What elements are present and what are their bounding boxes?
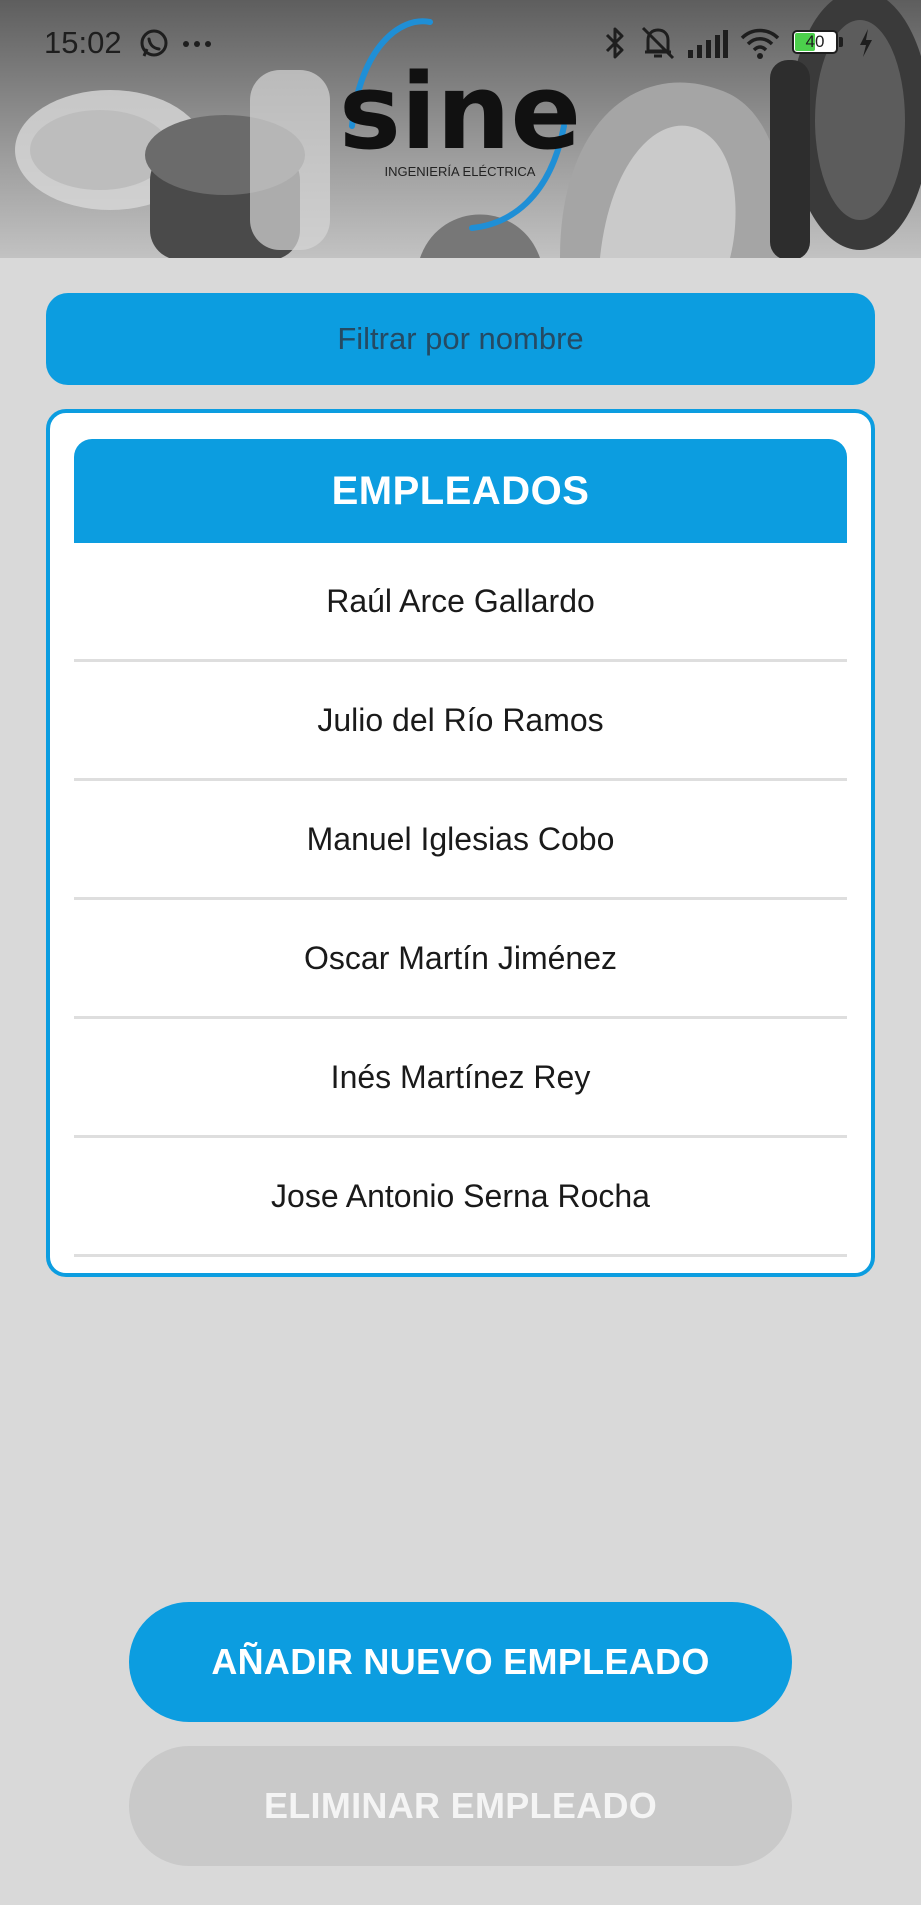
- battery-level: 40: [805, 32, 825, 51]
- bluetooth-icon: [605, 27, 624, 59]
- add-employee-button[interactable]: AÑADIR NUEVO EMPLEADO: [129, 1602, 792, 1722]
- employee-list-item[interactable]: Raúl Arce Gallardo: [74, 543, 847, 662]
- employee-list-item[interactable]: Jose Antonio Serna Rocha: [74, 1138, 847, 1257]
- more-notifications-icon: [183, 41, 211, 47]
- status-time: 15:02: [44, 25, 122, 60]
- logo-tagline: INGENIERÍA ELÉCTRICA: [385, 164, 536, 179]
- signal-icon: [688, 30, 728, 58]
- filter-by-name-input[interactable]: [46, 293, 875, 385]
- employee-list-item[interactable]: Inés Martínez Rey: [74, 1019, 847, 1138]
- employees-card: EMPLEADOS Raúl Arce Gallardo Julio del R…: [46, 409, 875, 1277]
- mute-bell-icon: [641, 26, 675, 60]
- employee-list-item[interactable]: Julio del Río Ramos: [74, 662, 847, 781]
- employee-list-item[interactable]: Manuel Iglesias Cobo: [74, 781, 847, 900]
- charging-icon: [860, 29, 872, 57]
- employees-list: Raúl Arce Gallardo Julio del Río Ramos M…: [74, 543, 847, 1257]
- employees-title: EMPLEADOS: [331, 468, 590, 513]
- whatsapp-icon: [140, 29, 168, 57]
- employees-header: EMPLEADOS: [74, 439, 847, 543]
- battery-icon: 40: [792, 30, 846, 56]
- wifi-icon: [740, 28, 780, 59]
- employee-list-item[interactable]: Oscar Martín Jiménez: [74, 900, 847, 1019]
- status-bar: 15:02 40: [0, 0, 921, 86]
- delete-employee-button[interactable]: ELIMINAR EMPLEADO: [129, 1746, 792, 1866]
